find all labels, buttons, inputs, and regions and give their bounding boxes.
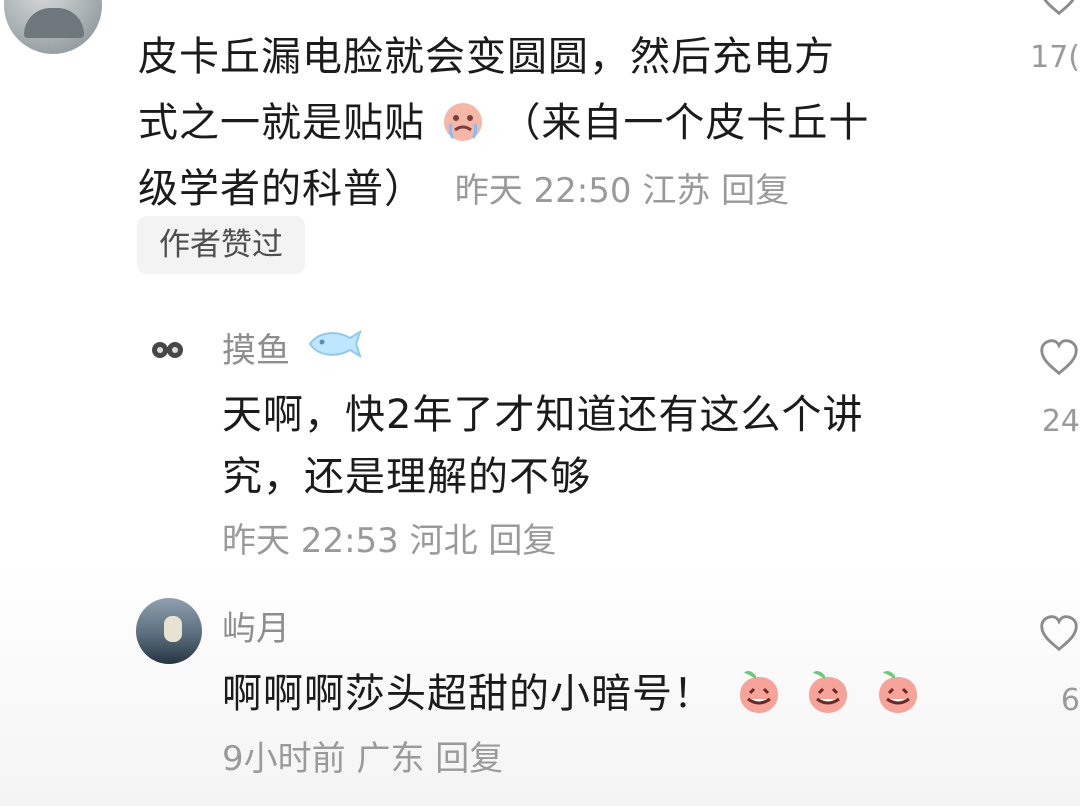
reply-body: 天啊，快2年了才知道还有这么个讲 究，还是理解的不够 — [222, 384, 863, 508]
comment-line-2a: 式之一就是贴贴 — [138, 100, 425, 146]
avatar-shape — [24, 8, 84, 38]
heart-icon[interactable] — [1036, 0, 1080, 18]
heart-icon[interactable] — [1036, 336, 1080, 378]
comment-line-3: 级学者的科普） — [138, 166, 425, 212]
reply-line-1: 天啊，快2年了才知道还有这么个讲 — [222, 392, 864, 438]
peach-laughing-icon — [809, 671, 848, 713]
reply-username[interactable]: 屿月 — [222, 601, 290, 650]
comment-line-2b: （来自一个皮卡丘十 — [500, 100, 870, 146]
comment-meta[interactable]: 昨天 22:50 江苏 回复 — [455, 171, 789, 211]
peach-laughing-icon — [879, 671, 918, 713]
avatar[interactable] — [136, 598, 202, 664]
comment-body: 皮卡丘漏电脸就会变圆圆，然后充电方 式之一就是贴贴 （来自一个皮卡丘十 级学者的… — [138, 24, 968, 224]
fish-icon — [308, 329, 362, 359]
reply-meta[interactable]: 9小时前 广东 回复 — [222, 731, 503, 780]
reply-username[interactable]: 摸鱼 — [222, 323, 290, 372]
reply-line-1: 啊啊啊莎头超甜的小暗号！ — [222, 671, 714, 717]
reply-body: 啊啊啊莎头超甜的小暗号！ — [222, 663, 923, 725]
heart-icon[interactable] — [1036, 612, 1080, 654]
avatar[interactable] — [4, 0, 102, 54]
like-count: 6 — [1060, 683, 1080, 718]
reply-line-2: 究，还是理解的不够 — [222, 454, 591, 500]
reply-meta[interactable]: 昨天 22:53 河北 回复 — [222, 513, 556, 562]
peach-laughing-icon — [739, 671, 778, 713]
like-count: 17( — [1030, 40, 1080, 75]
comment-line-1: 皮卡丘漏电脸就会变圆圆，然后充电方 — [138, 34, 835, 80]
avatar-small-icon[interactable] — [150, 336, 186, 364]
crying-face-icon — [443, 103, 482, 141]
author-liked-badge: 作者赞过 — [137, 216, 305, 274]
like-count: 24 — [1041, 404, 1080, 439]
avatar-figure — [164, 616, 182, 642]
comment-feed: 皮卡丘漏电脸就会变圆圆，然后充电方 式之一就是贴贴 （来自一个皮卡丘十 级学者的… — [0, 0, 1080, 806]
